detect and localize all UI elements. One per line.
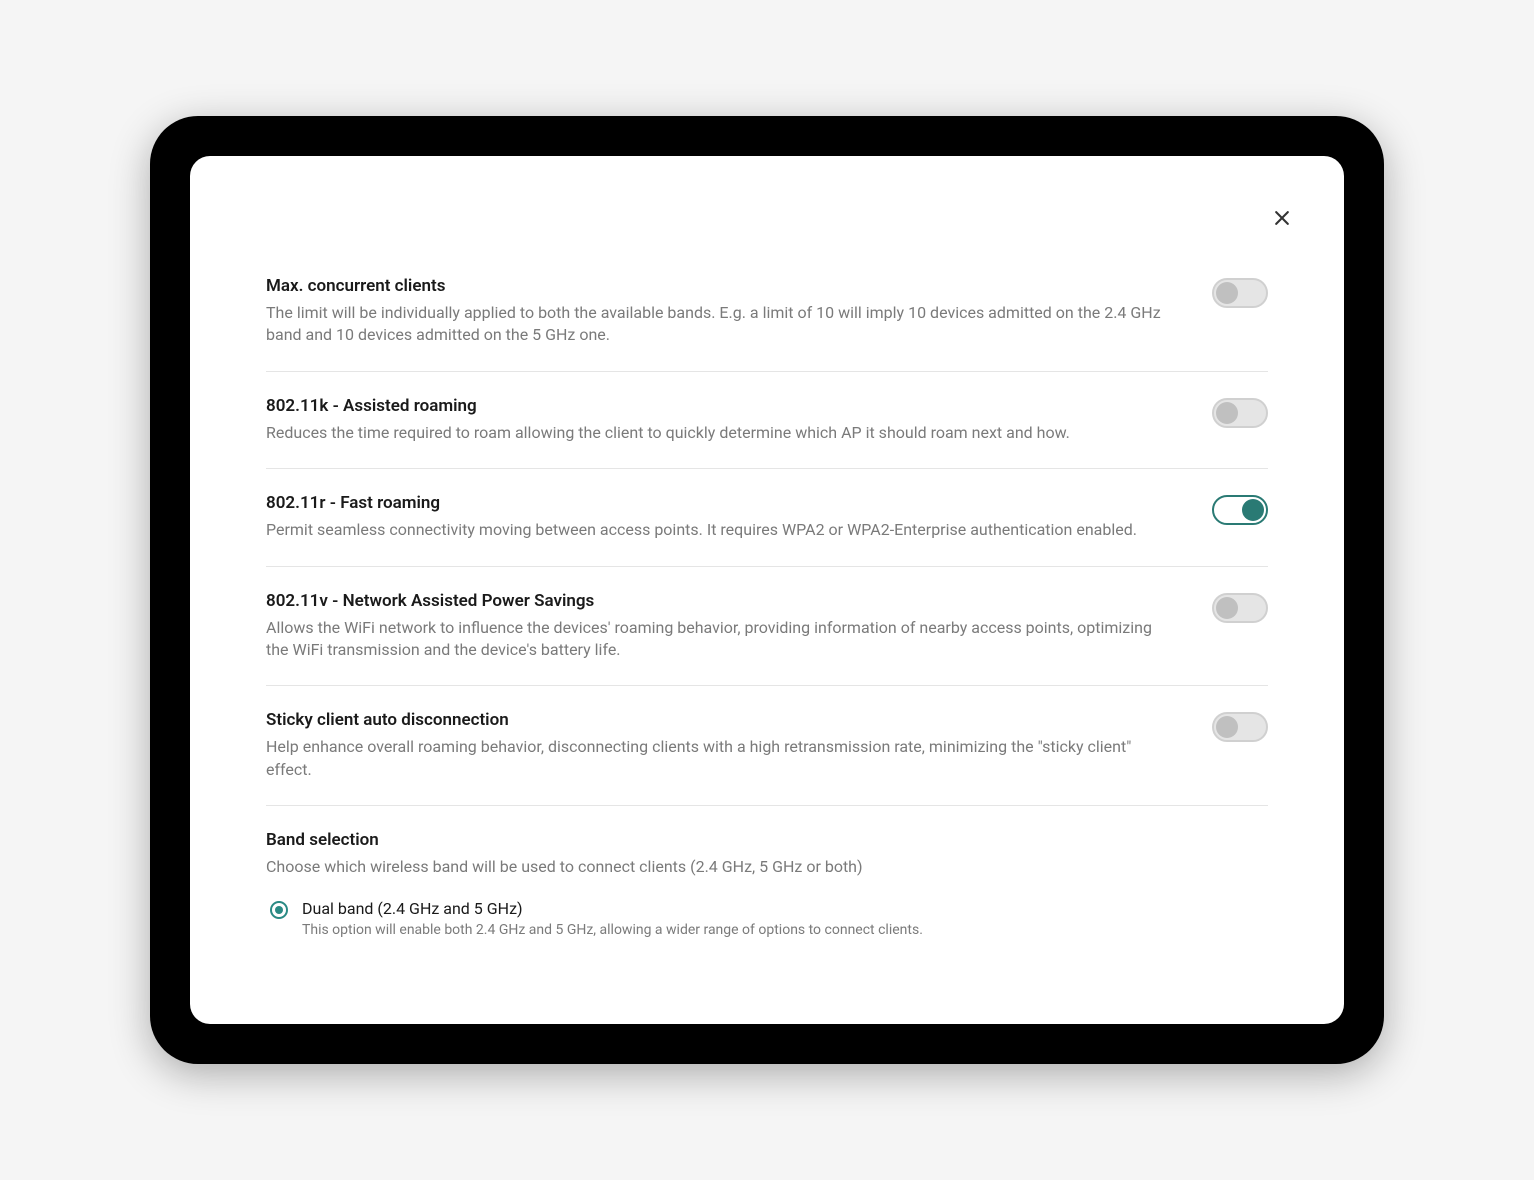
setting-description: Reduces the time required to roam allowi… — [266, 422, 1172, 444]
band-selection-section: Band selection Choose which wireless ban… — [266, 806, 1268, 937]
setting-80211v: 802.11v - Network Assisted Power Savings… — [266, 567, 1268, 687]
setting-text: Max. concurrent clients The limit will b… — [266, 276, 1212, 347]
toggle-sticky-client[interactable] — [1212, 712, 1268, 742]
toggle-knob — [1216, 282, 1238, 304]
setting-80211r: 802.11r - Fast roaming Permit seamless c… — [266, 469, 1268, 566]
setting-title: 802.11r - Fast roaming — [266, 493, 1172, 513]
settings-modal: Max. concurrent clients The limit will b… — [190, 156, 1344, 1024]
setting-description: The limit will be individually applied t… — [266, 302, 1172, 347]
toggle-knob — [1242, 499, 1264, 521]
toggle-knob — [1216, 716, 1238, 738]
setting-description: Allows the WiFi network to influence the… — [266, 617, 1172, 662]
radio-circle — [270, 901, 288, 919]
band-selection-title: Band selection — [266, 830, 1268, 850]
setting-text: Sticky client auto disconnection Help en… — [266, 710, 1212, 781]
tablet-screen: Max. concurrent clients The limit will b… — [190, 156, 1344, 1024]
toggle-80211k[interactable] — [1212, 398, 1268, 428]
tablet-frame: Max. concurrent clients The limit will b… — [150, 116, 1384, 1064]
toggle-max-concurrent-clients[interactable] — [1212, 278, 1268, 308]
setting-80211k: 802.11k - Assisted roaming Reduces the t… — [266, 372, 1268, 469]
setting-title: Sticky client auto disconnection — [266, 710, 1172, 730]
toggle-80211r[interactable] — [1212, 495, 1268, 525]
setting-description: Help enhance overall roaming behavior, d… — [266, 736, 1172, 781]
toggle-knob — [1216, 597, 1238, 619]
radio-text: Dual band (2.4 GHz and 5 GHz) This optio… — [302, 899, 1268, 938]
setting-text: 802.11r - Fast roaming Permit seamless c… — [266, 493, 1212, 541]
band-selection-description: Choose which wireless band will be used … — [266, 856, 1268, 878]
toggle-knob — [1216, 402, 1238, 424]
radio-label: Dual band (2.4 GHz and 5 GHz) — [302, 899, 1268, 918]
setting-text: 802.11k - Assisted roaming Reduces the t… — [266, 396, 1212, 444]
toggle-80211v[interactable] — [1212, 593, 1268, 623]
radio-option-dual-band[interactable]: Dual band (2.4 GHz and 5 GHz) This optio… — [270, 899, 1268, 938]
close-icon — [1272, 208, 1292, 228]
setting-max-concurrent-clients: Max. concurrent clients The limit will b… — [266, 216, 1268, 372]
close-button[interactable] — [1268, 204, 1296, 232]
setting-text: 802.11v - Network Assisted Power Savings… — [266, 591, 1212, 662]
radio-description: This option will enable both 2.4 GHz and… — [302, 922, 1268, 938]
radio-dot — [275, 906, 283, 914]
setting-title: 802.11k - Assisted roaming — [266, 396, 1172, 416]
setting-title: 802.11v - Network Assisted Power Savings — [266, 591, 1172, 611]
setting-title: Max. concurrent clients — [266, 276, 1172, 296]
setting-description: Permit seamless connectivity moving betw… — [266, 519, 1172, 541]
setting-sticky-client: Sticky client auto disconnection Help en… — [266, 686, 1268, 806]
